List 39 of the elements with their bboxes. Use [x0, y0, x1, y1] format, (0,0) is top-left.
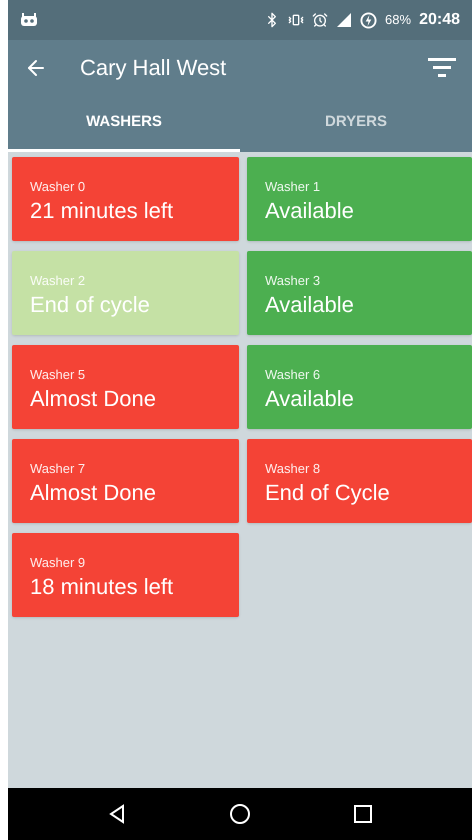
machine-card[interactable]: Washer 0 21 minutes left	[12, 157, 239, 241]
clock: 20:48	[419, 10, 460, 30]
machine-name: Washer 2	[30, 272, 86, 290]
battery-saver-icon	[360, 12, 378, 28]
machine-card[interactable]: Washer 3 Available	[247, 251, 472, 335]
machine-name: Washer 3	[265, 272, 322, 290]
machine-name: Washer 7	[30, 460, 86, 478]
machine-status: Almost Done	[30, 478, 157, 506]
machine-name: Washer 0	[30, 178, 86, 196]
back-nav-icon[interactable]	[107, 804, 127, 824]
machine-card[interactable]: Washer 7 Almost Done	[12, 439, 239, 523]
alarm-icon	[312, 12, 328, 28]
machine-name: Washer 9	[30, 554, 86, 572]
battery-percent: 68%	[385, 11, 412, 30]
machine-card[interactable]: Washer 6 Available	[247, 345, 472, 429]
machine-card[interactable]: Washer 9 18 minutes left	[12, 533, 239, 617]
filter-icon[interactable]	[428, 58, 456, 78]
tab[interactable]: DRYERS	[240, 95, 472, 152]
machine-status: End of cycle	[30, 290, 151, 318]
signal-icon	[336, 12, 352, 28]
machine-status: 21 minutes left	[30, 196, 174, 224]
machine-status: Available	[265, 384, 355, 412]
android-icon	[20, 13, 38, 27]
machine-status: Available	[265, 196, 355, 224]
machine-card[interactable]: Washer 1 Available	[247, 157, 472, 241]
machine-name: Washer 1	[265, 178, 322, 196]
machine-card[interactable]: Washer 5 Almost Done	[12, 345, 239, 429]
app-title: Cary Hall West	[80, 54, 226, 82]
recents-nav-icon[interactable]	[353, 804, 373, 824]
machine-card[interactable]: Washer 8 End of Cycle	[247, 439, 472, 523]
machine-name: Washer 6	[265, 366, 322, 384]
machine-name: Washer 8	[265, 460, 322, 478]
machine-status: Almost Done	[30, 384, 157, 412]
home-nav-icon[interactable]	[229, 803, 251, 825]
machine-name: Washer 5	[30, 366, 86, 384]
vibrate-icon	[288, 12, 304, 28]
machine-status: Available	[265, 290, 355, 318]
machine-status: 18 minutes left	[30, 572, 174, 600]
machine-status: End of Cycle	[265, 478, 391, 506]
